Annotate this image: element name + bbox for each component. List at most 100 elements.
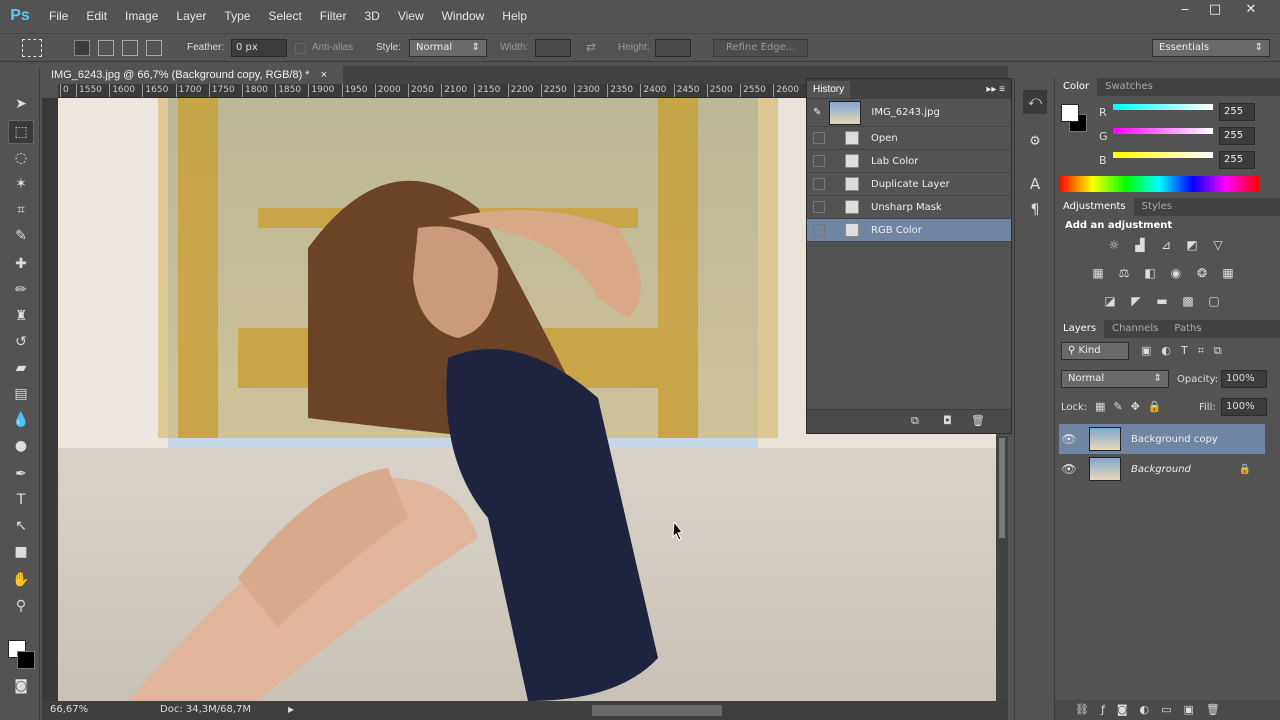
g-value[interactable]: 255 — [1219, 127, 1255, 145]
minimize-button[interactable]: ‒ — [1170, 0, 1200, 18]
document-tab[interactable]: IMG_6243.jpg @ 66,7% (Background copy, R… — [43, 66, 343, 86]
menu-help[interactable]: Help — [493, 9, 536, 23]
tab-styles[interactable]: Styles — [1134, 198, 1180, 216]
b-slider[interactable] — [1113, 152, 1213, 158]
lock-icons[interactable]: ▦✎✥🔒 — [1095, 400, 1170, 413]
menu-window[interactable]: Window — [433, 9, 494, 23]
style-dropdown[interactable]: Normal ⇕ — [409, 39, 487, 57]
tab-channels[interactable]: Channels — [1104, 320, 1166, 338]
close-tab-icon[interactable]: × — [321, 69, 327, 81]
invert-icon[interactable]: ◪ — [1101, 294, 1119, 308]
history-checkbox[interactable] — [813, 201, 825, 213]
dodge-tool-icon[interactable]: ● — [8, 434, 34, 458]
hand-tool-icon[interactable]: ✋ — [8, 568, 34, 592]
b-value[interactable]: 255 — [1219, 151, 1255, 169]
menu-view[interactable]: View — [389, 9, 433, 23]
color-spectrum[interactable] — [1059, 176, 1259, 192]
menu-layer[interactable]: Layer — [167, 9, 215, 23]
levels-icon[interactable]: ▟ — [1131, 238, 1149, 252]
height-input[interactable] — [655, 39, 691, 57]
foreground-swatch[interactable] — [1061, 104, 1079, 122]
eye-icon[interactable]: 👁 — [1059, 462, 1079, 476]
menu-select[interactable]: Select — [259, 9, 310, 23]
color-balance-icon[interactable]: ⚖ — [1115, 266, 1133, 280]
close-button[interactable]: ✕ — [1236, 0, 1266, 18]
curves-icon[interactable]: ⊿ — [1157, 238, 1175, 252]
opacity-input[interactable]: 100% — [1221, 370, 1267, 388]
layer-filter-dropdown[interactable]: ⚲ Kind — [1061, 342, 1129, 360]
layer-filter-icons[interactable]: ▣◐T⌗⧉ — [1141, 344, 1261, 358]
history-brush-icon[interactable]: ↺ — [8, 330, 34, 354]
g-slider[interactable] — [1113, 128, 1213, 134]
new-document-from-state-icon[interactable]: ⧉ — [911, 414, 919, 428]
subtract-selection-icon[interactable] — [122, 40, 138, 56]
brush-tool-icon[interactable]: ✏ — [8, 278, 34, 302]
lasso-tool-icon[interactable]: ◌ — [8, 146, 34, 170]
layers-footer-icons[interactable]: ⛓ƒ◙◐▭▣🗑 — [1055, 700, 1280, 720]
horizontal-scrollbar-thumb[interactable] — [592, 705, 722, 716]
background-color-swatch[interactable] — [17, 651, 35, 669]
history-item[interactable]: Open — [807, 127, 1011, 150]
blur-tool-icon[interactable]: 💧 — [8, 408, 34, 432]
posterize-icon[interactable]: ◤ — [1127, 294, 1145, 308]
black-white-icon[interactable]: ◧ — [1141, 266, 1159, 280]
color-lookup-icon[interactable]: ▦ — [1219, 266, 1237, 280]
history-checkbox[interactable] — [813, 132, 825, 144]
marquee-tool-icon[interactable]: ⬚ — [8, 120, 34, 144]
blend-mode-dropdown[interactable]: Normal ⇕ — [1061, 370, 1169, 388]
healing-brush-icon[interactable]: ✚ — [8, 252, 34, 276]
crop-tool-icon[interactable]: ⌗ — [8, 198, 34, 222]
history-panel-icon[interactable]: ⤺ — [1023, 90, 1047, 114]
gradient-map-icon[interactable]: ▩ — [1179, 294, 1197, 308]
channel-mixer-icon[interactable]: ❂ — [1193, 266, 1211, 280]
properties-panel-icon[interactable]: ⚙ — [1023, 130, 1047, 154]
history-tab[interactable]: History — [807, 80, 851, 98]
r-value[interactable]: 255 — [1219, 103, 1255, 121]
eraser-icon[interactable]: ▰ — [8, 356, 34, 380]
zoom-tool-icon[interactable]: ⚲ — [8, 594, 34, 618]
menu-filter[interactable]: Filter — [311, 9, 356, 23]
history-item[interactable]: Unsharp Mask — [807, 196, 1011, 219]
pen-tool-icon[interactable]: ✒ — [8, 462, 34, 486]
path-selection-icon[interactable]: ↖ — [8, 514, 34, 538]
quick-mask-icon[interactable]: ◙ — [8, 674, 34, 698]
new-selection-icon[interactable] — [74, 40, 90, 56]
threshold-icon[interactable]: ▬ — [1153, 294, 1171, 308]
swap-icon[interactable]: ⇄ — [586, 40, 596, 54]
width-input[interactable] — [535, 39, 571, 57]
eyedropper-icon[interactable]: ✎ — [8, 224, 34, 248]
maximize-button[interactable]: □ — [1200, 0, 1230, 18]
eye-icon[interactable]: 👁 — [1059, 432, 1079, 446]
vibrance-icon[interactable]: ▽ — [1209, 238, 1227, 252]
history-checkbox[interactable] — [813, 155, 825, 167]
fill-input[interactable]: 100% — [1221, 398, 1267, 416]
tab-swatches[interactable]: Swatches — [1097, 78, 1161, 96]
magic-wand-icon[interactable]: ✶ — [8, 172, 34, 196]
layer-row-background-copy[interactable]: 👁 Background copy — [1059, 424, 1265, 454]
feather-input[interactable]: 0 px — [231, 39, 287, 57]
add-selection-icon[interactable] — [98, 40, 114, 56]
menu-image[interactable]: Image — [116, 9, 167, 23]
history-item-selected[interactable]: RGB Color — [807, 219, 1011, 242]
marquee-tool-preset-icon[interactable] — [22, 39, 42, 57]
history-checkbox[interactable] — [813, 178, 825, 190]
camera-icon[interactable]: ◘ — [943, 414, 952, 427]
move-tool-icon[interactable]: ➤ — [8, 92, 34, 116]
clone-stamp-icon[interactable]: ♜ — [8, 304, 34, 328]
history-checkbox[interactable] — [813, 224, 825, 236]
menu-type[interactable]: Type — [215, 9, 259, 23]
menu-3d[interactable]: 3D — [355, 9, 388, 23]
vertical-scrollbar[interactable] — [996, 436, 1008, 701]
character-panel-icon[interactable]: A — [1023, 172, 1047, 196]
exposure-icon[interactable]: ◩ — [1183, 238, 1201, 252]
history-item[interactable]: Duplicate Layer — [807, 173, 1011, 196]
menu-file[interactable]: File — [40, 9, 77, 23]
photo-filter-icon[interactable]: ◉ — [1167, 266, 1185, 280]
tab-adjustments[interactable]: Adjustments — [1055, 198, 1134, 216]
menu-edit[interactable]: Edit — [77, 9, 116, 23]
panel-menu-icon[interactable]: ▸▸ ≡ — [986, 84, 1005, 95]
gradient-tool-icon[interactable]: ▤ — [8, 382, 34, 406]
tab-color[interactable]: Color — [1055, 78, 1098, 96]
layer-row-background[interactable]: 👁 Background 🔒 — [1059, 454, 1265, 484]
selective-color-icon[interactable]: ▢ — [1205, 294, 1223, 308]
